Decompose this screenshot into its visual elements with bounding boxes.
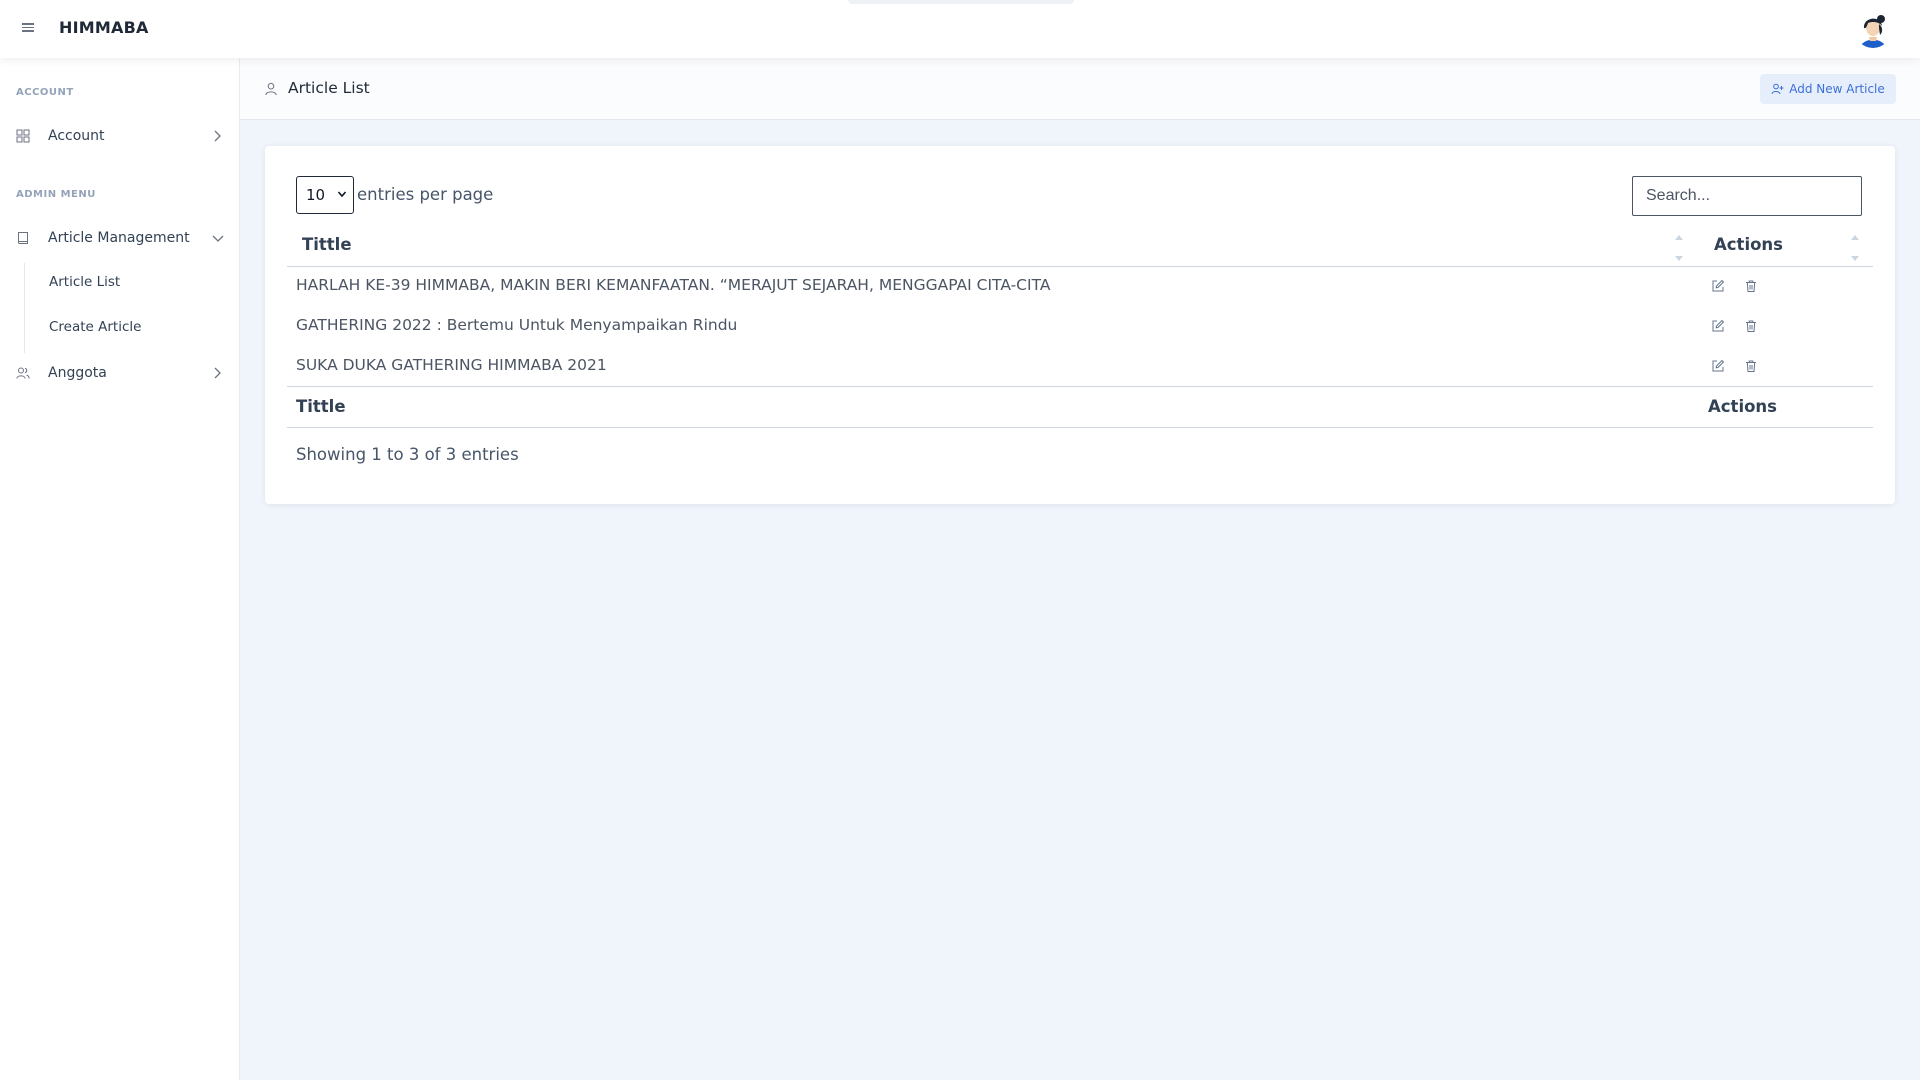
body-divider xyxy=(287,386,1873,387)
sidebar-item-label: Account xyxy=(48,128,105,144)
table-info: Showing 1 to 3 of 3 entries xyxy=(296,445,519,464)
sidebar-subitem-create-article[interactable]: Create Article xyxy=(49,319,141,335)
edit-icon[interactable] xyxy=(1711,319,1725,333)
trash-icon[interactable] xyxy=(1744,319,1758,333)
sort-title-icon[interactable] xyxy=(1674,235,1684,261)
edit-icon[interactable] xyxy=(1711,279,1725,293)
sidebar-subitem-article-list[interactable]: Article List xyxy=(49,274,120,290)
user-plus-icon xyxy=(1771,83,1784,95)
avatar-illustration xyxy=(1854,10,1892,48)
top-bar: HIMMABA xyxy=(0,0,1920,58)
trash-icon[interactable] xyxy=(1744,359,1758,373)
page-header: Article List Add New Article xyxy=(240,58,1920,120)
footer-column-actions: Actions xyxy=(1708,397,1777,416)
trash-icon[interactable] xyxy=(1744,279,1758,293)
sidebar: ACCOUNT Account ADMIN MENU Article Manag… xyxy=(0,58,240,1080)
add-new-article-button[interactable]: Add New Article xyxy=(1760,74,1896,104)
page-title: Article List xyxy=(288,79,370,97)
grid-icon xyxy=(16,129,30,143)
entries-per-page-value: 10 xyxy=(306,186,326,204)
user-avatar[interactable] xyxy=(1854,10,1892,48)
column-header-title[interactable]: Tittle xyxy=(302,235,352,254)
table-row-title: HARLAH KE-39 HIMMABA, MAKIN BERI KEMANFA… xyxy=(296,276,1051,294)
sidebar-item-label: Article Management xyxy=(48,230,190,246)
column-header-actions[interactable]: Actions xyxy=(1714,235,1783,254)
article-table-card: 10 entries per page Tittle Actions HARLA… xyxy=(265,146,1895,504)
footer-divider xyxy=(287,427,1873,428)
book-icon xyxy=(18,232,28,244)
sidebar-section-admin-menu: ADMIN MENU xyxy=(16,189,96,200)
search-input[interactable] xyxy=(1632,176,1862,216)
chevron-right-icon xyxy=(214,130,221,142)
sidebar-item-label: Anggota xyxy=(48,365,107,381)
chevron-down-icon xyxy=(212,235,224,242)
edit-icon[interactable] xyxy=(1711,359,1725,373)
sidebar-item-anggota[interactable]: Anggota xyxy=(0,356,240,390)
user-icon xyxy=(265,82,277,96)
sidebar-item-account[interactable]: Account xyxy=(0,119,240,153)
submenu-guide-line xyxy=(24,263,25,353)
top-bar-tab-indicator xyxy=(848,0,1074,4)
menu-toggle-icon[interactable] xyxy=(22,21,38,37)
chevron-right-icon xyxy=(214,367,221,379)
table-row-title: GATHERING 2022 : Bertemu Untuk Menyampai… xyxy=(296,316,738,334)
add-new-article-label: Add New Article xyxy=(1789,82,1885,96)
entries-per-page-select[interactable]: 10 xyxy=(296,176,354,214)
sort-actions-icon[interactable] xyxy=(1850,235,1860,261)
users-icon xyxy=(16,367,30,379)
table-row-title: SUKA DUKA GATHERING HIMMABA 2021 xyxy=(296,356,607,374)
sidebar-section-account: ACCOUNT xyxy=(16,87,74,98)
chevron-down-icon xyxy=(337,191,347,198)
brand-name: HIMMABA xyxy=(59,18,149,37)
sidebar-item-article-management[interactable]: Article Management xyxy=(0,221,240,255)
entries-per-page-label: entries per page xyxy=(357,185,494,204)
footer-column-title: Tittle xyxy=(296,397,346,416)
header-divider xyxy=(287,266,1873,267)
